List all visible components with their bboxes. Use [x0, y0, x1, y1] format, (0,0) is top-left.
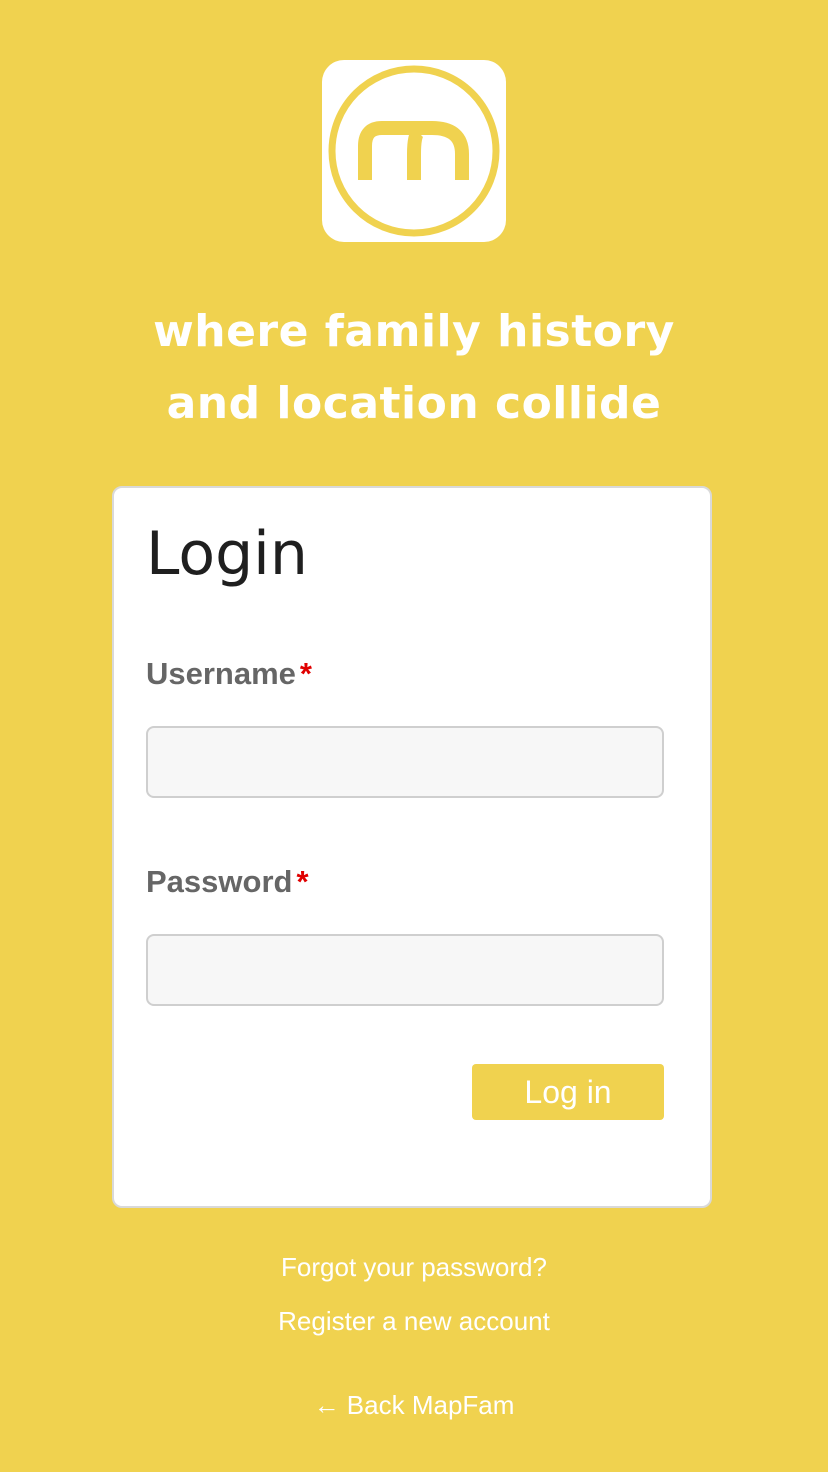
password-label-text: Password — [146, 864, 293, 899]
username-required-mark: * — [299, 656, 312, 691]
login-card: Login Username * Password * Log in — [112, 486, 712, 1208]
tagline-line-1: where family history — [153, 306, 675, 357]
username-label: Username * — [146, 654, 312, 694]
app-logo — [322, 60, 506, 242]
password-required-mark: * — [296, 864, 309, 899]
password-label: Password * — [146, 862, 309, 902]
password-input[interactable] — [146, 934, 664, 1006]
username-input[interactable] — [146, 726, 664, 798]
username-label-text: Username — [146, 656, 296, 691]
page-title: Login — [146, 519, 308, 589]
forgot-password-link[interactable]: Forgot your password? — [0, 1250, 828, 1284]
login-button[interactable]: Log in — [472, 1064, 664, 1120]
register-link[interactable]: Register a new account — [0, 1304, 828, 1338]
back-link[interactable]: ← Back MapFam — [0, 1388, 828, 1422]
mapfam-logo-icon — [328, 65, 500, 237]
tagline: where family history and location collid… — [0, 296, 828, 440]
tagline-line-2: and location collide — [166, 378, 662, 429]
